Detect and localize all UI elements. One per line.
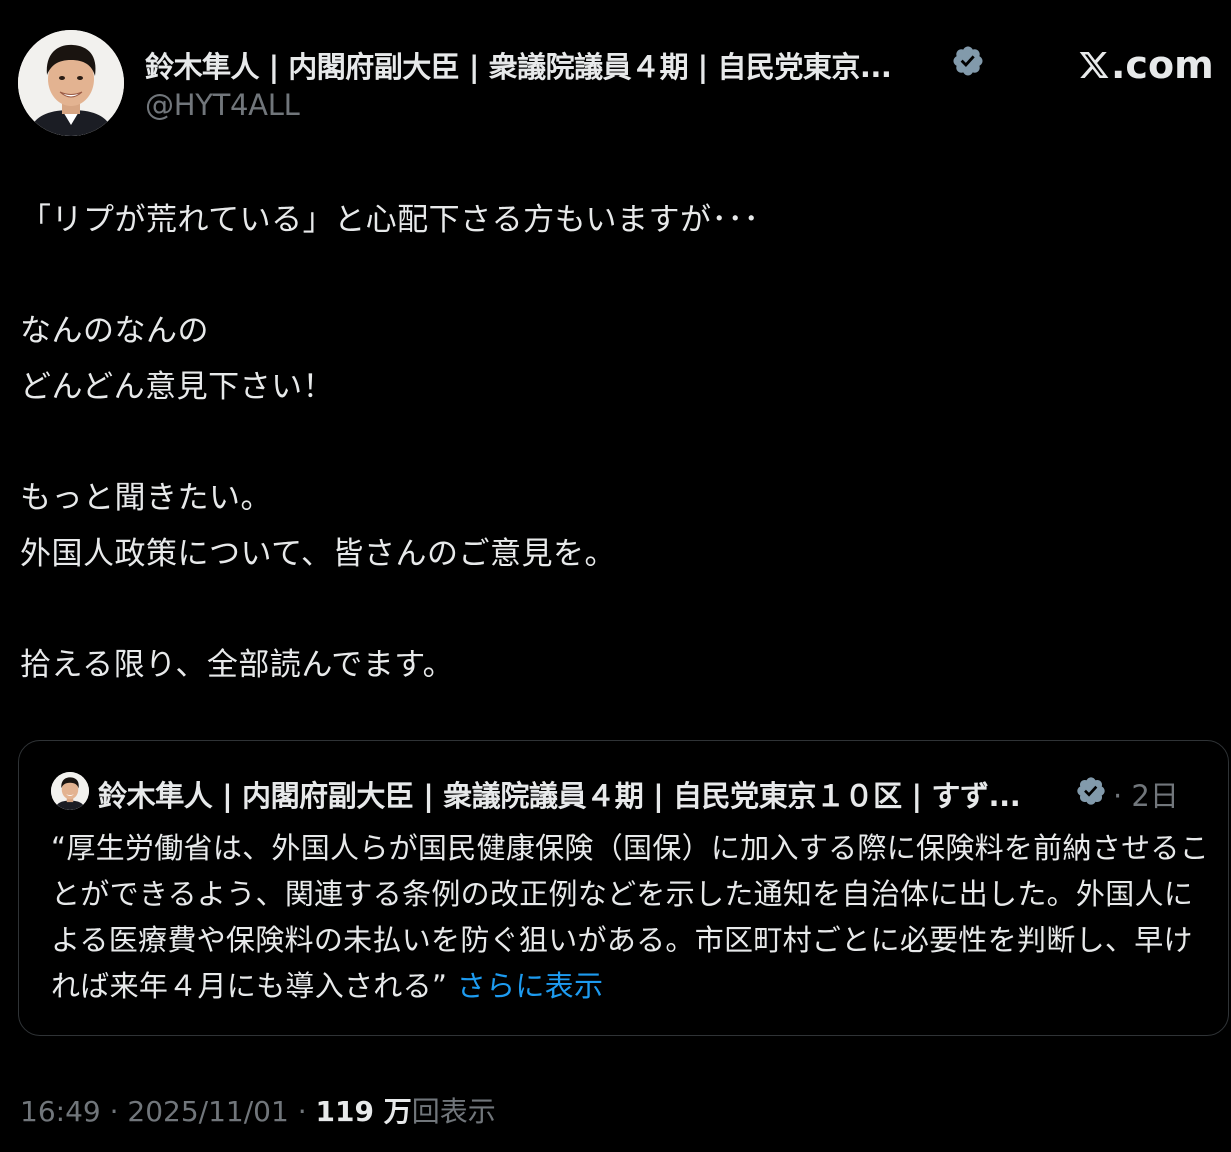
x-com-brand: .com	[1078, 43, 1214, 87]
verified-badge-icon	[953, 46, 983, 76]
quote-timestamp[interactable]: · 2日	[1113, 773, 1179, 815]
tweet-line: 拾える限り、全部読んでます。	[20, 647, 455, 683]
tweet-meta: 16:49 · 2025/11/01 · 119 万回表示	[20, 1090, 496, 1130]
quote-avatar[interactable]	[51, 772, 89, 810]
avatar[interactable]	[18, 30, 124, 136]
quote-tweet-card[interactable]: 鈴木隼人 | 内閣府副大臣 | 衆議院議員４期 | 自民党東京１０区 | すず.…	[18, 740, 1229, 1036]
verified-badge-icon	[1077, 777, 1105, 805]
tweet-line: どんどん意見下さい！	[20, 369, 335, 405]
separator: ·	[288, 1095, 316, 1128]
quote-body: “厚生労働省は、外国人らが国民健康保険（国保）に加入する際に保険料を前納させるこ…	[51, 831, 1210, 1003]
quote-author-name[interactable]: 鈴木隼人 | 内閣府副大臣 | 衆議院議員４期 | 自民党東京１０区 | すず.…	[98, 773, 1088, 815]
tweet-line: もっと聞きたい。	[20, 480, 272, 516]
post-date[interactable]: 2025/11/01	[127, 1095, 288, 1128]
tweet-text: 「リプが荒れている」と心配下さる方もいますが･･･ なんのなんの どんどん意見下…	[20, 192, 1210, 693]
view-count: 119 万	[315, 1095, 412, 1128]
author-name[interactable]: 鈴木隼人 | 内閣府副大臣 | 衆議院議員４期 | 自民党東京...	[145, 44, 945, 86]
post-time[interactable]: 16:49	[20, 1095, 101, 1128]
tweet-line: 「リプが荒れている」と心配下さる方もいますが･･･	[20, 202, 760, 238]
avatar-image	[18, 30, 124, 136]
view-count-label: 回表示	[411, 1095, 496, 1128]
brand-label: .com	[1111, 43, 1214, 87]
show-more-link[interactable]: さらに表示	[457, 969, 604, 1003]
quote-text: “厚生労働省は、外国人らが国民健康保険（国保）に加入する際に保険料を前納させるこ…	[51, 825, 1211, 1009]
author-handle[interactable]: @HYT4ALL	[145, 88, 300, 122]
separator: ·	[100, 1095, 128, 1128]
tweet-line: なんのなんの	[20, 313, 209, 349]
quote-avatar-image	[51, 772, 89, 810]
tweet-line: 外国人政策について、皆さんのご意見を。	[20, 536, 617, 572]
x-logo-icon	[1079, 52, 1109, 78]
